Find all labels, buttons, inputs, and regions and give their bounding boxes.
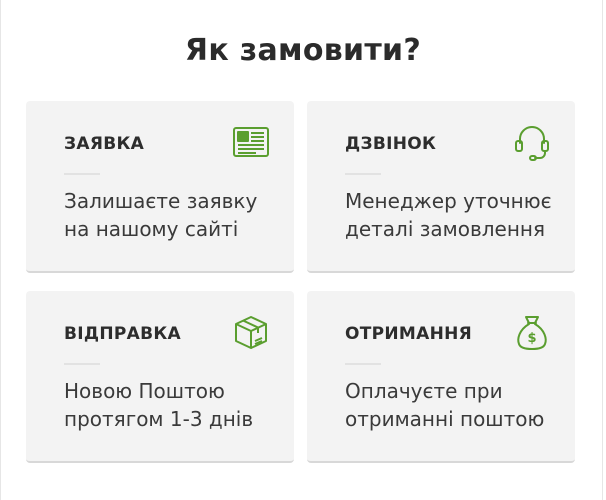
- headset-icon: [511, 121, 553, 163]
- step-card-call: ДЗВІНОК Менеджер уточнює деталі замовлен…: [307, 101, 575, 273]
- divider: [64, 173, 100, 175]
- package-box-icon: [230, 311, 272, 353]
- step-description: Оплачуєте при отриманні поштою: [345, 379, 545, 431]
- svg-text:$: $: [527, 331, 536, 346]
- step-title: ДЗВІНОК: [345, 134, 437, 154]
- step-title: ЗАЯВКА: [64, 134, 145, 154]
- step-card-receiving: ОТРИМАННЯ $ Оплачуєте при отриманні пошт…: [307, 291, 575, 463]
- step-description: Новою Поштою протягом 1-3 днів: [64, 379, 254, 431]
- page-title: Як замовити?: [184, 33, 422, 68]
- step-card-shipping: ВІДПРАВКА Новою Поштою протягом 1-3 днів: [26, 291, 294, 463]
- divider: [345, 363, 381, 365]
- step-description: Менеджер уточнює деталі замовлення: [345, 189, 552, 241]
- step-title: ВІДПРАВКА: [64, 324, 181, 344]
- step-description: Залишаєте заявку на нашому сайті: [64, 189, 258, 241]
- step-card-application: ЗАЯВКА Залишаєте заявку на нашому сайті: [26, 101, 294, 273]
- form-document-icon: [230, 121, 272, 163]
- divider: [64, 363, 100, 365]
- divider: [345, 173, 381, 175]
- step-title: ОТРИМАННЯ: [345, 324, 473, 344]
- money-bag-icon: $: [511, 311, 553, 353]
